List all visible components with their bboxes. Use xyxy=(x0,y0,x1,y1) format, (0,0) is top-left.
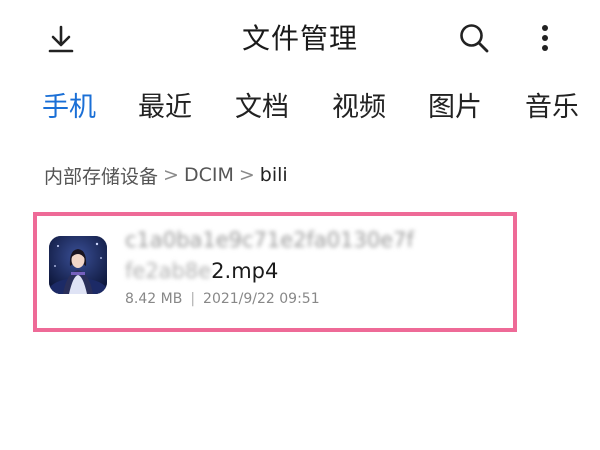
tab-music[interactable]: 音乐 xyxy=(525,86,579,130)
breadcrumb-separator: > xyxy=(238,164,255,186)
file-name-obscured: c1a0ba1e9c71e2fa0130e7f xyxy=(125,228,414,252)
search-button[interactable] xyxy=(456,20,492,56)
tab-documents[interactable]: 文档 xyxy=(235,86,289,130)
tab-videos[interactable]: 视频 xyxy=(332,86,386,130)
breadcrumb-bili[interactable]: bili xyxy=(260,164,288,186)
breadcrumb-internal-storage[interactable]: 内部存储设备 xyxy=(44,162,158,189)
tab-recent[interactable]: 最近 xyxy=(138,86,192,130)
tab-phone[interactable]: 手机 xyxy=(42,86,96,130)
page-title: 文件管理 xyxy=(241,22,358,55)
more-options-button[interactable] xyxy=(532,20,558,56)
file-name-visible-part: 2.mp4 xyxy=(211,259,279,283)
breadcrumb-dcim[interactable]: DCIM xyxy=(184,164,234,186)
category-tabs: 手机 最近 文档 视频 图片 音乐 xyxy=(0,86,600,134)
breadcrumb: 内部存储设备 > DCIM > bili xyxy=(44,158,288,192)
top-bar: 文件管理 xyxy=(0,0,600,80)
tab-images[interactable]: 图片 xyxy=(428,86,482,130)
file-list-item[interactable]: c1a0ba1e9c71e2fa0130e7f fe2ab8e2.mp4 8.4… xyxy=(33,212,517,332)
search-icon xyxy=(460,24,489,53)
file-name: fe2ab8e2.mp4 xyxy=(125,256,278,286)
video-thumbnail-icon xyxy=(49,236,107,294)
file-size: 8.42 MB xyxy=(125,291,183,307)
file-modified-date: 2021/9/22 09:51 xyxy=(203,291,320,307)
meta-divider: | xyxy=(190,291,196,307)
breadcrumb-separator: > xyxy=(163,164,179,186)
more-vertical-icon xyxy=(542,25,548,51)
file-meta: 8.42 MB | 2021/9/22 09:51 xyxy=(125,288,320,310)
file-name-obscured-part: fe2ab8e xyxy=(125,259,212,283)
